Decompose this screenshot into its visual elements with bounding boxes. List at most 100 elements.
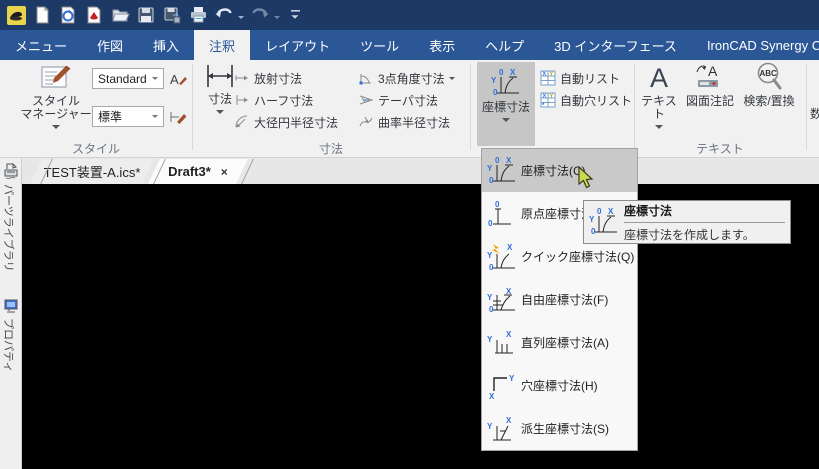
three-point-angle-dim-button[interactable]: 3点角度寸法	[358, 68, 455, 88]
search-replace-label: 検索/置換	[743, 95, 794, 108]
doc-tab-label: Draft3*	[168, 164, 211, 179]
parts-library-icon[interactable]	[3, 161, 19, 186]
quick-coordinate-dim-icon: XY0	[487, 242, 517, 272]
save-copy-icon[interactable]	[159, 3, 185, 27]
svg-text:Y: Y	[487, 293, 493, 302]
half-dim-icon	[234, 92, 250, 108]
sidebar-tab-properties[interactable]: プロパティ	[1, 318, 17, 372]
coordinate-dim-label: 座標寸法	[482, 101, 530, 114]
app-logo-icon[interactable]	[3, 3, 29, 27]
auto-list-button[interactable]: XY 自動リスト	[540, 68, 620, 88]
text-style-combo[interactable]: Standard	[92, 68, 164, 89]
menu-item-label: クイック座標寸法(Q)	[521, 248, 634, 265]
close-tab-icon[interactable]: ×	[221, 165, 228, 179]
menu-item-derived-coordinate-dim[interactable]: XY 派生座標寸法(S)	[482, 407, 637, 450]
derived-coordinate-dim-icon: XY	[487, 414, 517, 444]
menu-item-label: 直列座標寸法(A)	[521, 334, 609, 351]
svg-text:Y: Y	[589, 215, 595, 224]
style-manager-button[interactable]: スタイル マネージャー	[20, 62, 92, 129]
edit-text-style-button[interactable]: A	[167, 68, 189, 89]
undo-dropdown-icon[interactable]	[238, 6, 244, 24]
dim-style-value: 標準	[98, 108, 122, 125]
tab-3d-interface[interactable]: 3D インターフェース	[539, 30, 692, 60]
tab-layout[interactable]: レイアウト	[250, 30, 345, 60]
tab-view[interactable]: 表示	[414, 30, 470, 60]
tab-insert[interactable]: 挿入	[138, 30, 194, 60]
group-separator	[806, 64, 807, 150]
svg-text:X: X	[543, 94, 547, 100]
text-style-value: Standard	[98, 72, 147, 86]
menu-item-coordinate-dim[interactable]: 0XY0 座標寸法(C)	[482, 149, 637, 192]
ribbon: スタイル マネージャー Standard A 標準 スタイル 寸法 放射寸法	[0, 60, 819, 158]
dim-style-combo[interactable]: 標準	[92, 106, 164, 127]
new-document-icon[interactable]	[29, 3, 55, 27]
coordinate-dim-icon: 0X Y0	[491, 68, 521, 98]
drawing-note-button[interactable]: A 図面注記	[684, 62, 736, 108]
chevron-down-icon	[52, 125, 60, 129]
tab-tools[interactable]: ツール	[345, 30, 414, 60]
svg-text:0: 0	[597, 207, 602, 216]
save-icon[interactable]	[133, 3, 159, 27]
drawing-note-label: 図面注記	[686, 95, 734, 108]
menu-item-hole-coordinate-dim[interactable]: YX 穴座標寸法(H)	[482, 364, 637, 407]
toolbar-overflow-icon[interactable]	[283, 3, 309, 27]
svg-text:X: X	[506, 330, 512, 339]
menu-item-label: 自由座標寸法(F)	[521, 291, 608, 308]
taper-dim-button[interactable]: テーパ寸法	[358, 90, 438, 110]
coordinate-dim-icon: 0XY0	[487, 156, 517, 186]
radial-dim-button[interactable]: 放射寸法	[234, 68, 302, 88]
chevron-down-icon	[152, 77, 158, 80]
half-dim-button[interactable]: ハーフ寸法	[234, 90, 313, 110]
large-radius-dim-button[interactable]: 大径円半径寸法	[234, 112, 338, 132]
taper-dim-icon	[358, 92, 374, 108]
svg-text:X: X	[608, 207, 614, 216]
menu-item-free-coordinate-dim[interactable]: XY0 自由座標寸法(F)	[482, 278, 637, 321]
ironcad-window: メニュー 作図 挿入 注釈 レイアウト ツール 表示 ヘルプ 3D インターフェ…	[0, 0, 819, 469]
curvature-radius-dim-button[interactable]: 曲率半径寸法	[358, 112, 450, 132]
auto-hole-list-icon: XY*	[540, 92, 556, 108]
free-coordinate-dim-icon: XY0	[487, 285, 517, 315]
tab-menu[interactable]: メニュー	[0, 30, 82, 60]
drawing-note-icon: A	[695, 62, 725, 92]
chevron-down-icon	[152, 115, 158, 118]
coordinate-dim-button[interactable]: 0X Y0 座標寸法	[477, 62, 535, 146]
left-dock-bar: パーツライブラリ プロパティ	[0, 158, 22, 469]
svg-text:X: X	[507, 243, 513, 252]
auto-hole-list-button[interactable]: XY* 自動穴リスト	[540, 90, 632, 110]
next-group-partial-label: 数	[810, 105, 819, 122]
tab-sakuzu[interactable]: 作図	[82, 30, 138, 60]
print-icon[interactable]	[185, 3, 211, 27]
taper-dim-label: テーパ寸法	[378, 92, 438, 109]
tab-synergy-client[interactable]: IronCAD Synergy Client	[692, 30, 819, 60]
tab-help[interactable]: ヘルプ	[470, 30, 539, 60]
coordinate-dim-icon: 0XY0	[589, 207, 619, 237]
svg-text:Y: Y	[487, 164, 493, 173]
sidebar-tab-parts-library[interactable]: パーツライブラリ	[1, 184, 17, 272]
menu-item-label: 穴座標寸法(H)	[521, 377, 598, 394]
properties-icon[interactable]	[4, 299, 19, 319]
curvature-radius-dim-label: 曲率半径寸法	[378, 114, 450, 131]
text-icon: A	[645, 62, 673, 92]
search-replace-button[interactable]: ABC 検索/置換	[738, 62, 800, 108]
menu-item-label: 座標寸法(C)	[521, 162, 586, 179]
style-manager-label-2: マネージャー	[20, 107, 91, 121]
undo-icon[interactable]	[211, 3, 237, 27]
open-folder-icon[interactable]	[107, 3, 133, 27]
edit-dim-style-button[interactable]	[167, 106, 189, 127]
open-catalog-icon[interactable]	[55, 3, 81, 27]
curvature-radius-dim-icon	[358, 114, 374, 130]
three-point-angle-dim-label: 3点角度寸法	[378, 70, 445, 87]
text-button[interactable]: A テキスト	[636, 62, 682, 129]
svg-text:X: X	[543, 72, 547, 78]
redo-icon	[247, 3, 273, 27]
group-separator	[634, 64, 635, 150]
svg-text:Y: Y	[550, 72, 554, 78]
svg-text:ABC: ABC	[760, 69, 778, 78]
tab-annotation[interactable]: 注釈	[194, 30, 250, 60]
import-document-icon[interactable]	[81, 3, 107, 27]
group-label-text: テキスト	[634, 140, 806, 156]
svg-text:0: 0	[495, 156, 500, 165]
menu-item-serial-coordinate-dim[interactable]: XY 直列座標寸法(A)	[482, 321, 637, 364]
doc-tab-test[interactable]: TEST装置-A.ics*	[30, 159, 154, 184]
style-manager-icon	[40, 62, 72, 92]
